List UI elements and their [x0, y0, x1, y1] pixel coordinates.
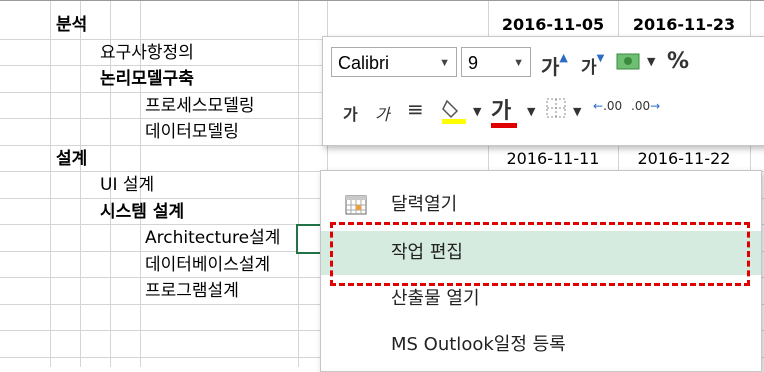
chevron-down-icon[interactable]: ▼	[439, 48, 450, 78]
menu-item-label: 달력열기	[391, 194, 458, 215]
percent-button[interactable]: %	[667, 49, 689, 74]
borders-button[interactable]	[545, 97, 567, 123]
task-name-cell[interactable]: 분석	[56, 14, 87, 36]
menu-item-open-calendar[interactable]: 달력열기	[321, 183, 761, 227]
fill-bucket-icon	[442, 99, 466, 124]
grid-line	[80, 0, 81, 367]
chevron-down-icon[interactable]: ▼	[647, 55, 655, 68]
bold-button[interactable]: 가	[343, 101, 358, 125]
end-date-cell[interactable]: 2016-11-22	[618, 148, 750, 170]
task-name-cell[interactable]: 요구사항정의	[100, 42, 194, 64]
task-name-cell[interactable]: Architecture설계	[145, 227, 280, 249]
number-format-button[interactable]	[615, 49, 643, 77]
borders-icon	[546, 98, 566, 118]
task-name-cell[interactable]: 데이터베이스설계	[145, 254, 270, 276]
font-color-button[interactable]: 가	[491, 93, 511, 125]
start-date-cell[interactable]: 2016-11-05	[488, 14, 618, 36]
increase-font-size-button[interactable]: 가▲	[541, 51, 568, 80]
decrease-font-icon: 가	[581, 58, 597, 78]
increase-decimal-button[interactable]: ←.00	[593, 99, 622, 113]
font-color-swatch	[491, 123, 517, 128]
task-name-cell[interactable]: 시스템 설계	[100, 201, 184, 223]
decrease-font-size-button[interactable]: 가▼	[581, 53, 604, 78]
chevron-down-icon[interactable]: ▼	[513, 48, 524, 78]
task-name-cell[interactable]: 데이터모델링	[145, 121, 239, 143]
task-name-cell[interactable]: 설계	[56, 148, 87, 170]
increase-decimal-label: .00	[603, 99, 623, 113]
grid-line	[298, 0, 299, 367]
decrease-decimal-button[interactable]: .00→	[631, 99, 660, 113]
down-arrow-icon: ▼	[596, 53, 605, 64]
task-name-cell[interactable]: 논리모델구축	[100, 68, 194, 90]
align-center-icon[interactable]: ≡	[407, 97, 424, 121]
start-date-cell[interactable]: 2016-11-11	[488, 148, 618, 170]
up-arrow-icon: ▲	[559, 51, 568, 64]
task-name-cell[interactable]: UI 설계	[100, 174, 154, 196]
increase-font-icon: 가	[541, 55, 560, 79]
grid-line	[0, 0, 764, 1]
font-size-box[interactable]: 9 ▼	[461, 47, 531, 77]
currency-format-icon	[616, 53, 640, 70]
highlight-callout	[330, 222, 750, 286]
menu-item-label: MS Outlook일정 등록	[391, 334, 566, 355]
menu-item-outlook-schedule[interactable]: MS Outlook일정 등록	[321, 323, 761, 367]
font-name-box[interactable]: Calibri ▼	[331, 47, 457, 77]
italic-button[interactable]: 가	[375, 101, 390, 125]
mini-toolbar: Calibri ▼ 9 ▼ 가▲ 가▼ ▼ % 가 가 ≡ ▼ 가 ▼ ▼ ←.…	[322, 36, 764, 146]
grid-line	[50, 0, 51, 367]
fill-color-button[interactable]	[439, 95, 469, 129]
right-arrow-icon: →	[650, 99, 661, 113]
decrease-decimal-label: .00	[631, 99, 651, 113]
font-size-value: 9	[468, 53, 479, 73]
fill-color-swatch	[442, 119, 466, 124]
chevron-down-icon[interactable]: ▼	[473, 105, 481, 118]
task-name-cell[interactable]: 프로세스모델링	[145, 95, 254, 117]
task-name-cell[interactable]: 프로그램설계	[145, 280, 239, 302]
chevron-down-icon[interactable]: ▼	[573, 105, 581, 118]
font-name-value: Calibri	[338, 53, 390, 73]
font-color-icon: 가	[491, 99, 512, 124]
left-arrow-icon: ←	[593, 99, 604, 113]
chevron-down-icon[interactable]: ▼	[527, 105, 535, 118]
calendar-icon	[345, 195, 367, 215]
end-date-cell[interactable]: 2016-11-23	[618, 14, 750, 36]
